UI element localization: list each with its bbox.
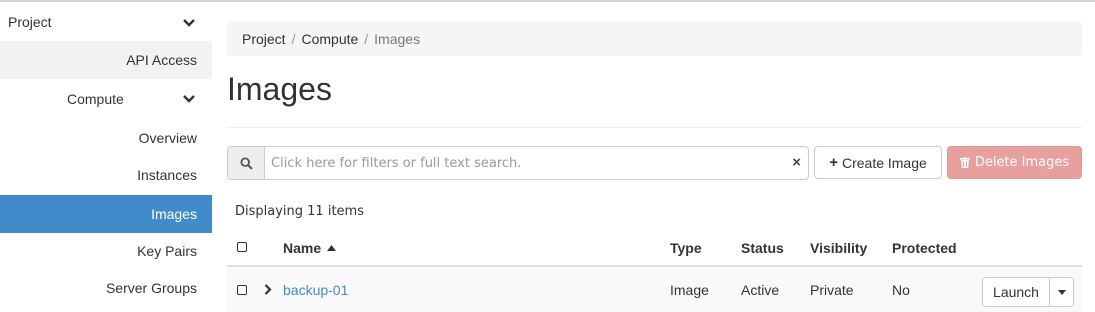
table-row: backup-01 Image Active Private No xyxy=(227,268,1082,312)
breadcrumb-compute[interactable]: Compute xyxy=(301,31,358,47)
item-count: Displaying 11 items xyxy=(235,204,364,219)
sidebar-item-overview[interactable]: Overview xyxy=(0,119,212,157)
search-input[interactable] xyxy=(265,147,808,179)
chevron-right-icon[interactable] xyxy=(264,284,272,295)
sidebar-item-label: API Access xyxy=(126,52,197,68)
delete-images-label: Delete Images xyxy=(974,155,1070,170)
column-header-protected: Protected xyxy=(892,240,957,256)
sidebar: Project API Access Compute Overview Inst… xyxy=(0,2,212,312)
image-visibility: Private xyxy=(810,282,854,298)
column-header-status: Status xyxy=(741,240,784,256)
image-status: Active xyxy=(741,282,780,298)
sidebar-item-label: Compute xyxy=(67,91,124,107)
sidebar-item-compute[interactable]: Compute xyxy=(0,80,212,118)
column-header-visibility: Visibility xyxy=(810,240,868,256)
sidebar-item-label: Project xyxy=(8,14,52,30)
delete-images-button[interactable]: Delete Images xyxy=(947,146,1082,179)
sidebar-item-label: Instances xyxy=(137,167,197,183)
sort-asc-icon xyxy=(327,245,337,251)
sidebar-item-key-pairs[interactable]: Key Pairs xyxy=(0,232,212,270)
chevron-down-icon xyxy=(183,19,195,27)
search-group: × xyxy=(227,146,809,180)
divider xyxy=(227,127,1082,128)
chevron-down-icon xyxy=(183,95,195,103)
create-image-label: Create Image xyxy=(841,154,927,171)
sidebar-item-label: Images xyxy=(151,206,197,222)
breadcrumb-separator: / xyxy=(364,30,369,47)
caret-down-icon xyxy=(1057,289,1066,295)
breadcrumb-separator: / xyxy=(291,30,296,47)
column-header-type: Type xyxy=(670,240,702,256)
launch-button-group: Launch xyxy=(982,277,1074,307)
breadcrumb-images: Images xyxy=(374,30,421,47)
sidebar-item-label: Overview xyxy=(138,130,197,146)
row-checkbox[interactable] xyxy=(237,285,247,295)
image-type: Image xyxy=(670,282,709,298)
clear-icon[interactable]: × xyxy=(792,155,801,170)
select-all-checkbox[interactable] xyxy=(237,242,247,252)
image-protected: No xyxy=(892,282,910,298)
search-icon xyxy=(228,147,265,179)
column-header-name[interactable]: Name xyxy=(283,240,337,256)
create-image-button[interactable]: + Create Image xyxy=(814,146,942,179)
sidebar-item-project[interactable]: Project xyxy=(0,2,212,40)
page-title: Images xyxy=(227,71,332,107)
image-name-link[interactable]: backup-01 xyxy=(283,282,348,298)
actions-dropdown-toggle[interactable] xyxy=(1050,277,1074,307)
table-header: Name Type Status Visibility Protected xyxy=(227,229,1082,267)
sidebar-item-api-access[interactable]: API Access xyxy=(0,41,212,79)
sidebar-item-label: Key Pairs xyxy=(137,243,197,259)
breadcrumb: Project / Compute / Images xyxy=(227,21,1082,56)
sidebar-item-images[interactable]: Images xyxy=(0,195,212,233)
breadcrumb-project[interactable]: Project xyxy=(242,31,286,47)
sidebar-item-instances[interactable]: Instances xyxy=(0,156,212,194)
plus-icon: + xyxy=(829,154,838,171)
sidebar-item-label: Server Groups xyxy=(105,280,197,296)
launch-button[interactable]: Launch xyxy=(982,277,1050,307)
trash-icon xyxy=(959,157,970,168)
sidebar-item-server-groups[interactable]: Server Groups xyxy=(0,269,212,307)
